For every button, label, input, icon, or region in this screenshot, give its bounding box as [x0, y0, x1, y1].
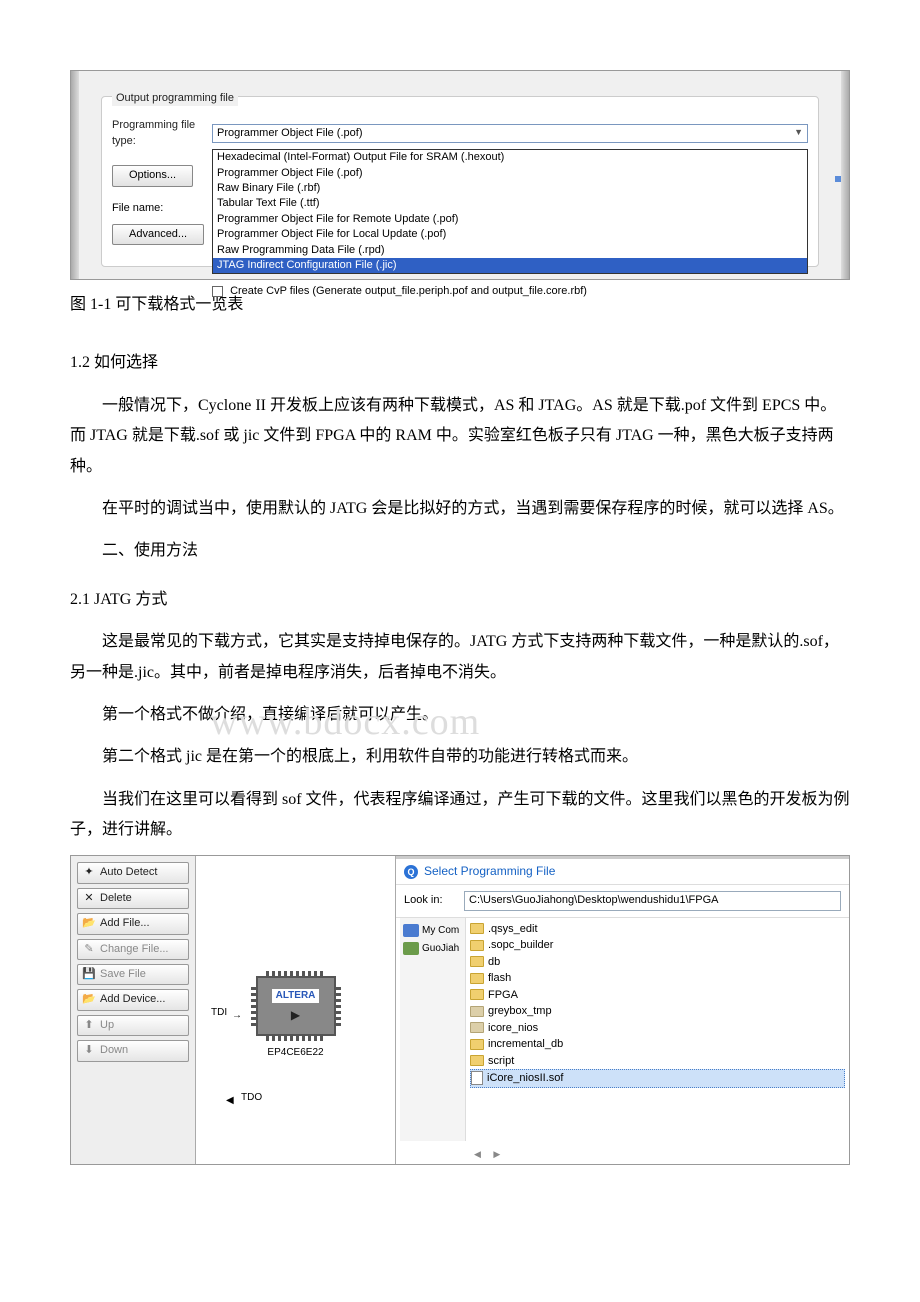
- down-button[interactable]: ⬇Down: [77, 1040, 189, 1061]
- magic-wand-icon: ✦: [82, 865, 96, 880]
- look-in-label: Look in:: [404, 893, 456, 908]
- folder-icon: [470, 1022, 484, 1033]
- advanced-button[interactable]: Advanced...: [112, 224, 204, 245]
- chevron-down-icon: ▼: [794, 126, 803, 141]
- file-open-dialog: Q Select Programming File Look in: C:\Us…: [396, 856, 849, 1164]
- fpga-chip[interactable]: ALTERA ▶: [256, 976, 336, 1036]
- user-folder-icon: [403, 942, 419, 955]
- folder-icon: [470, 1006, 484, 1017]
- list-item[interactable]: Raw Programming Data File (.rpd): [213, 243, 807, 258]
- cvp-checkbox[interactable]: [212, 286, 223, 297]
- window-right-border: [841, 71, 849, 279]
- programmer-button-panel: ✦Auto Detect ✕Delete 📂Add File... ✎Chang…: [71, 856, 196, 1164]
- folder-icon: [470, 923, 484, 934]
- folder-item[interactable]: .sopc_builder: [470, 937, 845, 954]
- list-item[interactable]: Programmer Object File (.pof): [213, 166, 807, 181]
- horizontal-scrollbar[interactable]: ◀ ▶: [474, 1148, 500, 1161]
- scrollbar-thumb[interactable]: [835, 176, 841, 182]
- list-item[interactable]: Programmer Object File for Local Update …: [213, 227, 807, 242]
- x-icon: ✕: [82, 891, 96, 906]
- save-icon: 💾: [82, 967, 96, 982]
- folder-item[interactable]: greybox_tmp: [470, 1003, 845, 1020]
- programming-file-type-dropdown[interactable]: Programmer Object File (.pof) ▼: [212, 124, 808, 143]
- play-icon: ▶: [291, 1007, 300, 1024]
- tdi-label: TDI: [211, 1006, 227, 1020]
- folder-open-icon: 📂: [82, 916, 96, 931]
- up-button[interactable]: ⬆Up: [77, 1015, 189, 1036]
- folder-icon: [470, 973, 484, 984]
- computer-icon: [403, 924, 419, 937]
- delete-button[interactable]: ✕Delete: [77, 888, 189, 909]
- screenshot-programmer-and-file-dialog: ✦Auto Detect ✕Delete 📂Add File... ✎Chang…: [70, 855, 850, 1165]
- groupbox-label: Output programming file: [112, 91, 238, 106]
- arrow-down-icon: ⬇: [82, 1043, 96, 1058]
- paragraph: 这是最常见的下载方式，它其实是支持掉电保存的。JATG 方式下支持两种下载文件，…: [70, 627, 850, 688]
- paragraph: 在平时的调试当中，使用默认的 JATG 会是比拟好的方式，当遇到需要保存程序的时…: [70, 494, 850, 524]
- folder-item[interactable]: flash: [470, 970, 845, 987]
- folder-icon: [470, 1055, 484, 1066]
- file-icon: [471, 1071, 483, 1085]
- places-sidebar: My Com GuoJiah: [400, 918, 466, 1141]
- list-item-selected[interactable]: JTAG Indirect Configuration File (.jic): [213, 258, 807, 273]
- auto-detect-button[interactable]: ✦Auto Detect: [77, 862, 189, 883]
- file-type-listbox[interactable]: Hexadecimal (Intel-Format) Output File f…: [212, 149, 808, 274]
- add-file-button[interactable]: 📂Add File...: [77, 913, 189, 934]
- arrow-right-icon: →: [232, 1009, 242, 1023]
- jtag-chain-view: TDI → ALTERA ▶ EP4CE6E22 TDO ◀: [196, 856, 396, 1164]
- list-item[interactable]: Programmer Object File for Remote Update…: [213, 212, 807, 227]
- cvp-checkbox-label: Create CvP files (Generate output_file.p…: [230, 285, 587, 297]
- paragraph: 一般情况下，Cyclone II 开发板上应该有两种下载模式，AS 和 JTAG…: [70, 391, 850, 482]
- folder-item[interactable]: icore_nios: [470, 1020, 845, 1037]
- add-device-button[interactable]: 📂Add Device...: [77, 989, 189, 1010]
- folder-item[interactable]: script: [470, 1053, 845, 1070]
- folder-item[interactable]: .qsys_edit: [470, 921, 845, 938]
- look-in-path-combo[interactable]: C:\Users\GuoJiahong\Desktop\wendushidu1\…: [464, 891, 841, 910]
- save-file-button[interactable]: 💾Save File: [77, 964, 189, 985]
- altera-logo: ALTERA: [272, 989, 320, 1003]
- change-file-button[interactable]: ✎Change File...: [77, 939, 189, 960]
- quartus-icon: Q: [404, 865, 418, 879]
- list-item[interactable]: Hexadecimal (Intel-Format) Output File f…: [213, 150, 807, 165]
- folder-item[interactable]: incremental_db: [470, 1036, 845, 1053]
- options-button[interactable]: Options...: [112, 165, 193, 186]
- window-left-border: [71, 71, 79, 279]
- folder-icon: [470, 1039, 484, 1050]
- heading-2: 二、使用方法: [70, 536, 850, 566]
- list-item[interactable]: Tabular Text File (.ttf): [213, 196, 807, 211]
- place-user[interactable]: GuoJiah: [400, 940, 465, 958]
- arrow-left-icon: ◀: [226, 1094, 234, 1108]
- screenshot-file-type-dropdown: Output programming file Programming file…: [70, 70, 850, 280]
- paragraph: 第一个格式不做介绍，直接编译后就可以产生。: [70, 700, 850, 730]
- paragraph: 当我们在这里可以看得到 sof 文件，代表程序编译通过，产生可下载的文件。这里我…: [70, 785, 850, 846]
- dropdown-value: Programmer Object File (.pof): [217, 126, 362, 141]
- folder-icon: [470, 956, 484, 967]
- folder-item[interactable]: FPGA: [470, 987, 845, 1004]
- file-list[interactable]: .qsys_edit .sopc_builder db flash FPGA g…: [466, 918, 849, 1141]
- programming-file-type-label: Programming file type:: [112, 118, 212, 149]
- place-my-computer[interactable]: My Com: [400, 922, 465, 940]
- file-name-label: File name:: [112, 201, 212, 216]
- list-item[interactable]: Raw Binary File (.rbf): [213, 181, 807, 196]
- chip-icon: 📂: [82, 992, 96, 1007]
- folder-icon: [470, 940, 484, 951]
- dialog-title: Select Programming File: [424, 863, 555, 880]
- chip-model-label: EP4CE6E22: [256, 1046, 336, 1060]
- arrow-up-icon: ⬆: [82, 1018, 96, 1033]
- tdo-label: TDO: [241, 1091, 262, 1105]
- heading-2-1: 2.1 JATG 方式: [70, 585, 850, 615]
- paragraph: 第二个格式 jic 是在第一个的根底上，利用软件自带的功能进行转格式而来。: [70, 742, 850, 772]
- heading-1-2: 1.2 如何选择: [70, 348, 850, 378]
- folder-item[interactable]: db: [470, 954, 845, 971]
- edit-icon: ✎: [82, 942, 96, 957]
- folder-icon: [470, 989, 484, 1000]
- sof-file-item-selected[interactable]: iCore_niosII.sof: [470, 1069, 845, 1088]
